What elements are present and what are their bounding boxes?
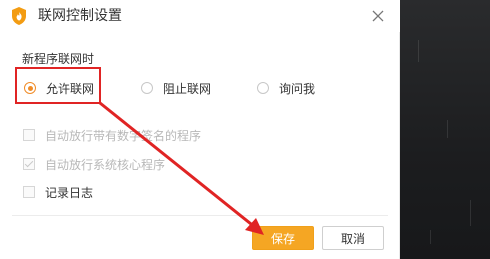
- radio-label-block: 阻止联网: [163, 81, 212, 96]
- checkbox-log[interactable]: [23, 186, 35, 198]
- cancel-button[interactable]: 取消: [322, 226, 384, 250]
- shield-flame-icon: [12, 7, 26, 25]
- dialog-title: 联网控制设置: [38, 8, 122, 24]
- radio-block-network[interactable]: 阻止联网: [141, 78, 211, 98]
- radio-button-ask[interactable]: [257, 82, 269, 94]
- checkbox-row-signed-programs: 自动放行带有数字签名的程序: [23, 126, 201, 144]
- network-control-dialog: 联网控制设置 新程序联网时 允许联网 阻止联网 询问我 自动放行带有数字签名的程…: [0, 0, 400, 259]
- radio-button-block[interactable]: [141, 82, 153, 94]
- checkbox-label-system-core: 自动放行系统核心程序: [45, 157, 166, 172]
- checkbox-signed-programs: [23, 129, 35, 141]
- radio-label-ask: 询问我: [279, 81, 316, 96]
- section-title-new-program: 新程序联网时: [22, 52, 95, 66]
- footer-divider: [12, 215, 388, 216]
- checkbox-row-log[interactable]: 记录日志: [23, 183, 93, 201]
- checkbox-row-system-core: 自动放行系统核心程序: [23, 155, 165, 173]
- title-bar: 联网控制设置: [0, 0, 400, 32]
- radio-label-allow: 允许联网: [46, 81, 95, 96]
- radio-allow-network[interactable]: 允许联网: [24, 78, 94, 98]
- checkbox-label-log: 记录日志: [45, 185, 94, 200]
- close-icon[interactable]: [366, 4, 390, 28]
- background-window: [400, 0, 490, 259]
- save-button[interactable]: 保存: [252, 226, 314, 250]
- radio-ask-me[interactable]: 询问我: [257, 78, 315, 98]
- checkbox-label-signed-programs: 自动放行带有数字签名的程序: [45, 128, 202, 143]
- checkbox-system-core: [23, 158, 35, 170]
- radio-button-allow[interactable]: [24, 82, 36, 94]
